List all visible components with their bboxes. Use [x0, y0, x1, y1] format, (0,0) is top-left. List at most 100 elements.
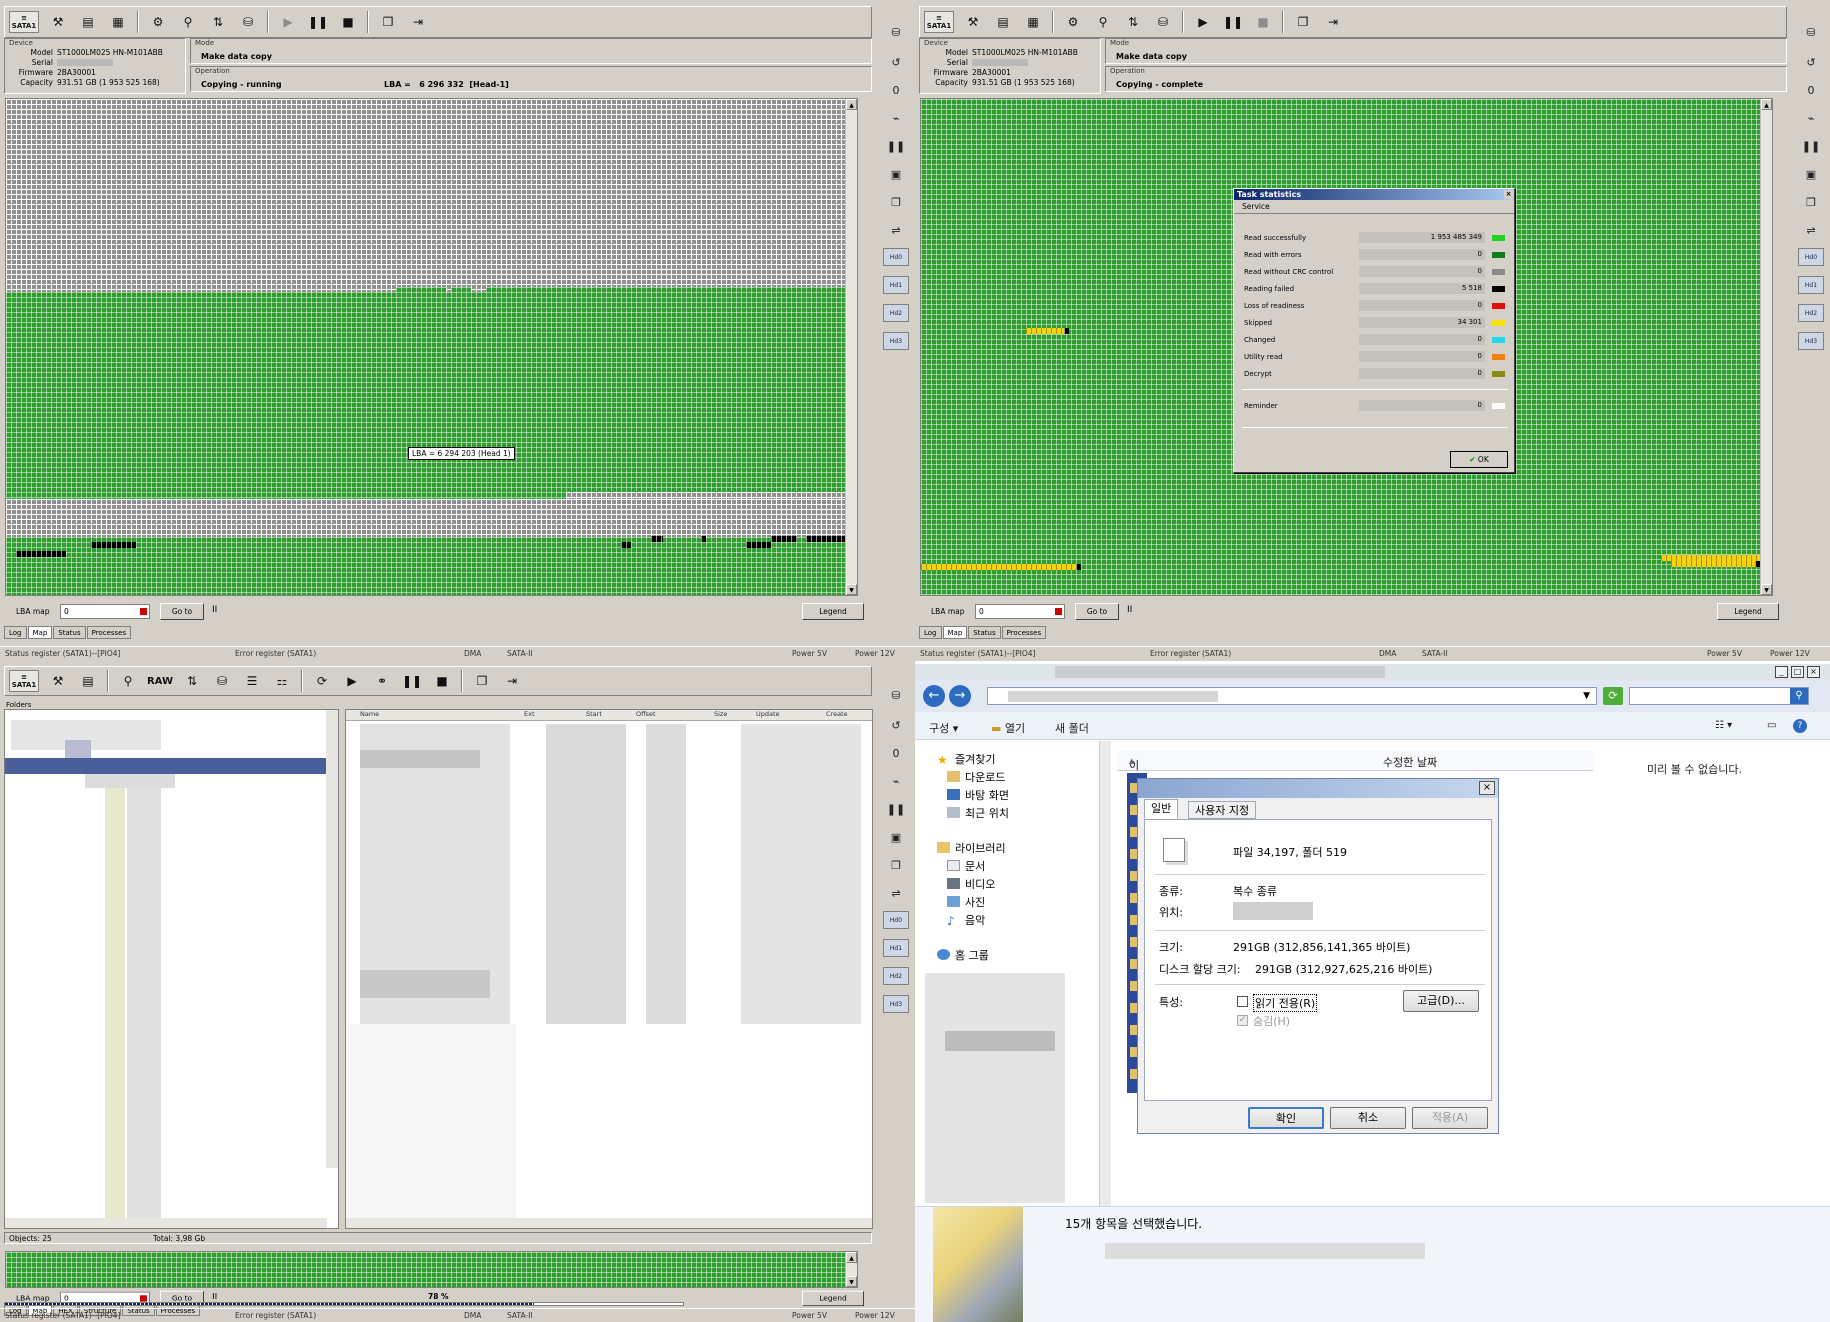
tools-icon[interactable]: ⚒	[962, 11, 984, 33]
tools-icon[interactable]: ⚒	[47, 670, 69, 692]
maximize-icon[interactable]: □	[1791, 666, 1804, 678]
map-scrollbar[interactable]: ▲ ▼	[845, 99, 857, 595]
tab-processes[interactable]: Processes	[1001, 626, 1047, 639]
file-hscrollbar[interactable]	[346, 1218, 872, 1228]
copy-window-icon[interactable]: ❐	[1292, 11, 1314, 33]
wrench-icon[interactable]: ⚙	[147, 11, 169, 33]
transfer-icon[interactable]: ⇅	[181, 670, 203, 692]
sectors-icon[interactable]: ▦	[1022, 11, 1044, 33]
map-pause-button[interactable]: II	[1127, 605, 1132, 615]
copy-icon[interactable]: ❐	[1798, 192, 1824, 212]
col-update[interactable]: Update	[756, 710, 780, 720]
chevron-down-icon[interactable]: ▼	[1583, 688, 1590, 704]
copy-window-icon[interactable]: ❐	[471, 670, 493, 692]
tree-homegroup[interactable]: 홈 그룹	[937, 947, 989, 963]
map-scrollbar[interactable]: ▲ ▼	[845, 1252, 857, 1287]
open-button[interactable]: ▬ 열기	[991, 720, 1025, 736]
close-icon[interactable]: ×	[1807, 666, 1820, 678]
head-1-icon[interactable]: Hd1	[883, 276, 909, 294]
scroll-down-icon[interactable]: ▼	[846, 584, 857, 595]
lba-map-grid[interactable]: LBA = 6 294 203 (Head 1) ▲ ▼	[5, 98, 858, 596]
col-offset[interactable]: Offset	[636, 710, 656, 720]
copy-icon[interactable]: ❐	[883, 855, 909, 875]
tree-scrollbar[interactable]	[326, 710, 338, 1168]
tree-favorites[interactable]: ★ 즐겨찾기	[937, 751, 995, 767]
nav-scrollbar[interactable]	[1099, 741, 1111, 1207]
head-0-icon[interactable]: Hd0	[883, 911, 909, 929]
connect-icon[interactable]: ⌁	[1798, 108, 1824, 128]
raw-button[interactable]: RAW	[147, 670, 173, 692]
col-create[interactable]: Create	[826, 710, 848, 720]
drive-power-icon[interactable]: ⛁	[1798, 22, 1824, 42]
disk-icon[interactable]: ⛁	[211, 670, 233, 692]
reset-icon[interactable]: ↺	[1798, 52, 1824, 72]
tab-status[interactable]: Status	[53, 626, 86, 639]
col-ext[interactable]: Ext	[524, 710, 535, 720]
close-icon[interactable]: ×	[1504, 190, 1513, 199]
exit-icon[interactable]: ⇥	[501, 670, 523, 692]
head-3-icon[interactable]: Hd3	[883, 332, 909, 350]
transfer-icon[interactable]: ⇅	[207, 11, 229, 33]
col-size[interactable]: Size	[714, 710, 727, 720]
legend-button[interactable]: Legend	[802, 603, 864, 620]
file-list-pane[interactable]: Name Ext Start Offset Size Update Create	[345, 709, 873, 1229]
tree-libraries[interactable]: 라이브러리	[937, 840, 1006, 856]
forward-icon[interactable]: →	[949, 685, 971, 707]
connect-icon[interactable]: ⌁	[883, 771, 909, 791]
tree-videos[interactable]: 비디오	[947, 876, 995, 892]
head-3-icon[interactable]: Hd3	[883, 995, 909, 1013]
binoculars-icon[interactable]: ⚲	[1092, 11, 1114, 33]
search-input[interactable]: ⚲	[1629, 687, 1809, 705]
wrench-icon[interactable]: ⚙	[1062, 11, 1084, 33]
zero-icon[interactable]: 0	[883, 80, 909, 100]
play-icon[interactable]: ▶	[277, 11, 299, 33]
exit-icon[interactable]: ⇥	[407, 11, 429, 33]
passport-icon[interactable]: ▤	[992, 11, 1014, 33]
copy-icon[interactable]: ❐	[883, 192, 909, 212]
list-icon[interactable]: ☰	[241, 670, 263, 692]
chip-icon[interactable]: ▣	[883, 164, 909, 184]
ok-button[interactable]: 확인	[1248, 1107, 1324, 1129]
sectors-icon[interactable]: ▦	[107, 11, 129, 33]
tree-music[interactable]: ♪ 음악	[947, 912, 985, 928]
tree-hscrollbar[interactable]	[5, 1218, 327, 1228]
pause-icon[interactable]: ❚❚	[1222, 11, 1244, 33]
lba-map-input[interactable]: 0	[975, 604, 1065, 619]
copy-window-icon[interactable]: ❐	[377, 11, 399, 33]
selected-folder-row[interactable]	[5, 758, 329, 774]
chip-icon[interactable]: ▣	[1798, 164, 1824, 184]
tab-map[interactable]: Map	[942, 626, 968, 639]
tab-processes[interactable]: Processes	[86, 626, 132, 639]
tools-icon[interactable]: ⚒	[47, 11, 69, 33]
col-modified-header[interactable]: 수정한 날짜	[1383, 754, 1437, 770]
tree-pictures[interactable]: 사진	[947, 894, 985, 910]
head-0-icon[interactable]: Hd0	[883, 248, 909, 266]
lba-map-grid[interactable]: ▲ ▼	[5, 1251, 858, 1288]
ok-button[interactable]: ✔ OK	[1450, 451, 1508, 468]
refresh-icon[interactable]: ⟳	[1603, 687, 1623, 705]
goto-button[interactable]: Go to	[1075, 603, 1119, 620]
binoculars-icon[interactable]: ⚲	[177, 11, 199, 33]
scroll-down-icon[interactable]: ▼	[846, 1276, 857, 1287]
exit-icon[interactable]: ⇥	[1322, 11, 1344, 33]
tree-recent[interactable]: 최근 위치	[947, 805, 1009, 821]
tree-downloads[interactable]: 다운로드	[947, 769, 1005, 785]
disk-icon[interactable]: ⛁	[237, 11, 259, 33]
chip-icon[interactable]: ▣	[883, 827, 909, 847]
head-2-icon[interactable]: Hd2	[883, 967, 909, 985]
drive-power-icon[interactable]: ⛁	[883, 22, 909, 42]
col-name[interactable]: Name	[360, 710, 379, 720]
head-0-icon[interactable]: Hd0	[1798, 248, 1824, 266]
legend-button[interactable]: Legend	[802, 1290, 864, 1307]
scroll-up-icon[interactable]: ▲	[1761, 99, 1772, 110]
sata-port-button[interactable]: ≡ SATA1	[924, 11, 954, 33]
stop-icon[interactable]: ■	[337, 11, 359, 33]
passport-icon[interactable]: ▤	[77, 670, 99, 692]
zero-icon[interactable]: 0	[883, 743, 909, 763]
address-box[interactable]: ▼	[987, 687, 1597, 705]
scroll-down-icon[interactable]: ▼	[1761, 584, 1772, 595]
connect-icon[interactable]: ⌁	[883, 108, 909, 128]
organize-button[interactable]: 구성 ▾	[929, 720, 958, 736]
back-icon[interactable]: ←	[923, 685, 945, 707]
scroll-up-icon[interactable]: ▲	[846, 99, 857, 110]
